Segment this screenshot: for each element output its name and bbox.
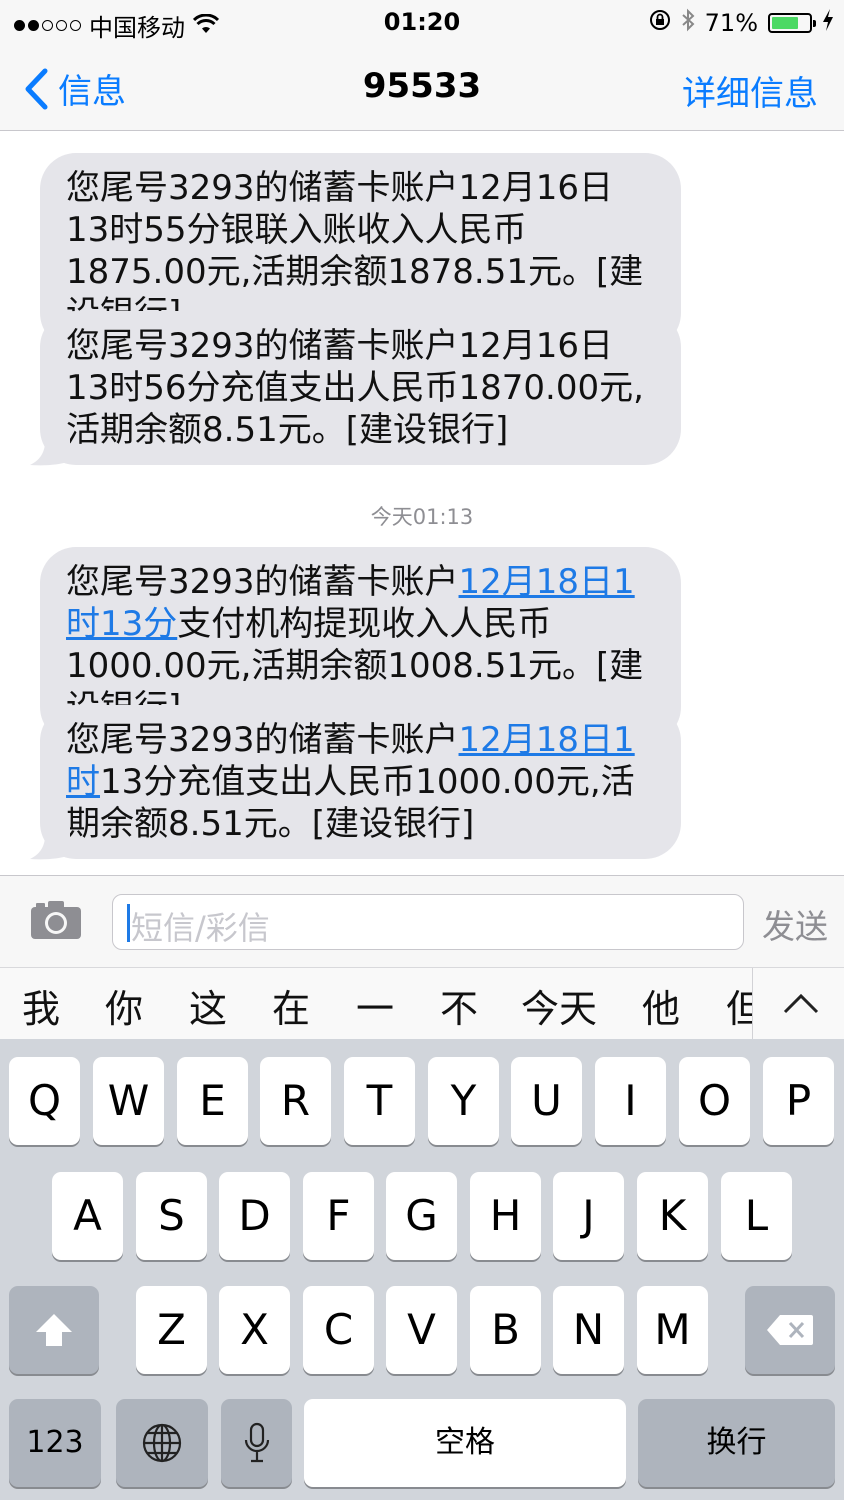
- candidate-item[interactable]: 我: [22, 978, 60, 1033]
- charging-bolt-icon: [822, 9, 834, 37]
- key-d[interactable]: D: [219, 1172, 290, 1260]
- key-y[interactable]: Y: [428, 1057, 499, 1145]
- key-f[interactable]: F: [303, 1172, 374, 1260]
- key-p[interactable]: P: [763, 1057, 834, 1145]
- navigation-bar: 信息 95533 详细信息: [0, 44, 844, 131]
- delete-key[interactable]: [745, 1286, 835, 1374]
- key-b[interactable]: B: [470, 1286, 541, 1374]
- return-key[interactable]: 换行: [638, 1399, 835, 1487]
- message-text: 您尾号3293的储蓄卡账户12月16日13时55分银联入账收入人民币1875.0…: [66, 168, 644, 334]
- rotation-lock-icon: [649, 9, 671, 37]
- delete-icon: [767, 1315, 813, 1345]
- key-m[interactable]: M: [637, 1286, 708, 1374]
- candidate-item[interactable]: 他: [642, 978, 680, 1033]
- status-bar: 中国移动 01:20 71%: [0, 0, 844, 44]
- bubble-tail: [30, 825, 70, 860]
- message-text: 您尾号3293的储蓄卡账户12月16日13时56分充值支出人民币1870.00元…: [66, 326, 644, 450]
- bluetooth-icon: [681, 8, 695, 38]
- candidate-item[interactable]: 这: [189, 978, 227, 1033]
- key-r[interactable]: R: [260, 1057, 331, 1145]
- camera-icon: [31, 901, 81, 939]
- bubble-tail: [30, 431, 70, 466]
- details-button[interactable]: 详细信息: [682, 66, 818, 115]
- key-u[interactable]: U: [511, 1057, 582, 1145]
- text-caret: [127, 904, 130, 942]
- key-a[interactable]: A: [52, 1172, 123, 1260]
- key-n[interactable]: N: [553, 1286, 624, 1374]
- key-s[interactable]: S: [136, 1172, 207, 1260]
- message-text: 您尾号3293的储蓄卡账户: [66, 720, 459, 760]
- key-v[interactable]: V: [386, 1286, 457, 1374]
- candidate-item[interactable]: 你: [105, 978, 143, 1033]
- battery-icon: [768, 13, 816, 33]
- space-key[interactable]: 空格: [304, 1399, 626, 1487]
- camera-button[interactable]: [30, 900, 82, 944]
- key-k[interactable]: K: [637, 1172, 708, 1260]
- key-x[interactable]: X: [219, 1286, 290, 1374]
- message-input-placeholder: 短信/彩信: [131, 909, 270, 947]
- keyboard: Q W E R T Y U I O P A S D F G H J K L Z …: [0, 1039, 844, 1500]
- battery-percent: 71%: [704, 9, 758, 37]
- candidate-item[interactable]: 一: [356, 978, 394, 1033]
- key-o[interactable]: O: [679, 1057, 750, 1145]
- candidate-item[interactable]: 在: [272, 978, 310, 1033]
- key-w[interactable]: W: [93, 1057, 164, 1145]
- message-bubble[interactable]: 您尾号3293的储蓄卡账户12月18日1时13分充值支出人民币1000.00元,…: [40, 705, 681, 859]
- key-q[interactable]: Q: [9, 1057, 80, 1145]
- message-input[interactable]: 短信/彩信: [112, 894, 744, 950]
- key-h[interactable]: H: [470, 1172, 541, 1260]
- expand-candidates-button[interactable]: [752, 968, 844, 1040]
- key-i[interactable]: I: [595, 1057, 666, 1145]
- chevron-up-icon: [783, 993, 819, 1014]
- shift-icon: [36, 1314, 72, 1346]
- message-list[interactable]: 您尾号3293的储蓄卡账户12月16日13时55分银联入账收入人民币1875.0…: [0, 131, 844, 875]
- compose-bar: 短信/彩信 发送: [0, 875, 844, 968]
- send-button[interactable]: 发送: [762, 900, 828, 948]
- key-g[interactable]: G: [386, 1172, 457, 1260]
- candidate-item[interactable]: 不: [440, 978, 478, 1033]
- candidate-bar: 我 你 这 在 一 不 今天 他 但: [0, 967, 844, 1040]
- key-z[interactable]: Z: [136, 1286, 207, 1374]
- message-timestamp: 今天01:13: [370, 505, 474, 529]
- key-t[interactable]: T: [344, 1057, 415, 1145]
- candidate-item[interactable]: 今天: [521, 978, 597, 1033]
- globe-icon: [142, 1423, 182, 1463]
- microphone-icon: [244, 1422, 269, 1463]
- message-text: 您尾号3293的储蓄卡账户: [66, 562, 459, 602]
- shift-key[interactable]: [9, 1286, 99, 1374]
- globe-key[interactable]: [116, 1399, 208, 1487]
- key-l[interactable]: L: [721, 1172, 792, 1260]
- message-bubble[interactable]: 您尾号3293的储蓄卡账户12月16日13时56分充值支出人民币1870.00元…: [40, 311, 681, 465]
- key-e[interactable]: E: [177, 1057, 248, 1145]
- key-j[interactable]: J: [553, 1172, 624, 1260]
- message-text: 13分充值支出人民币1000.00元,活期余额8.51元。[建设银行]: [66, 762, 635, 844]
- dictation-key[interactable]: [221, 1399, 292, 1487]
- key-c[interactable]: C: [303, 1286, 374, 1374]
- numbers-key[interactable]: 123: [9, 1399, 101, 1487]
